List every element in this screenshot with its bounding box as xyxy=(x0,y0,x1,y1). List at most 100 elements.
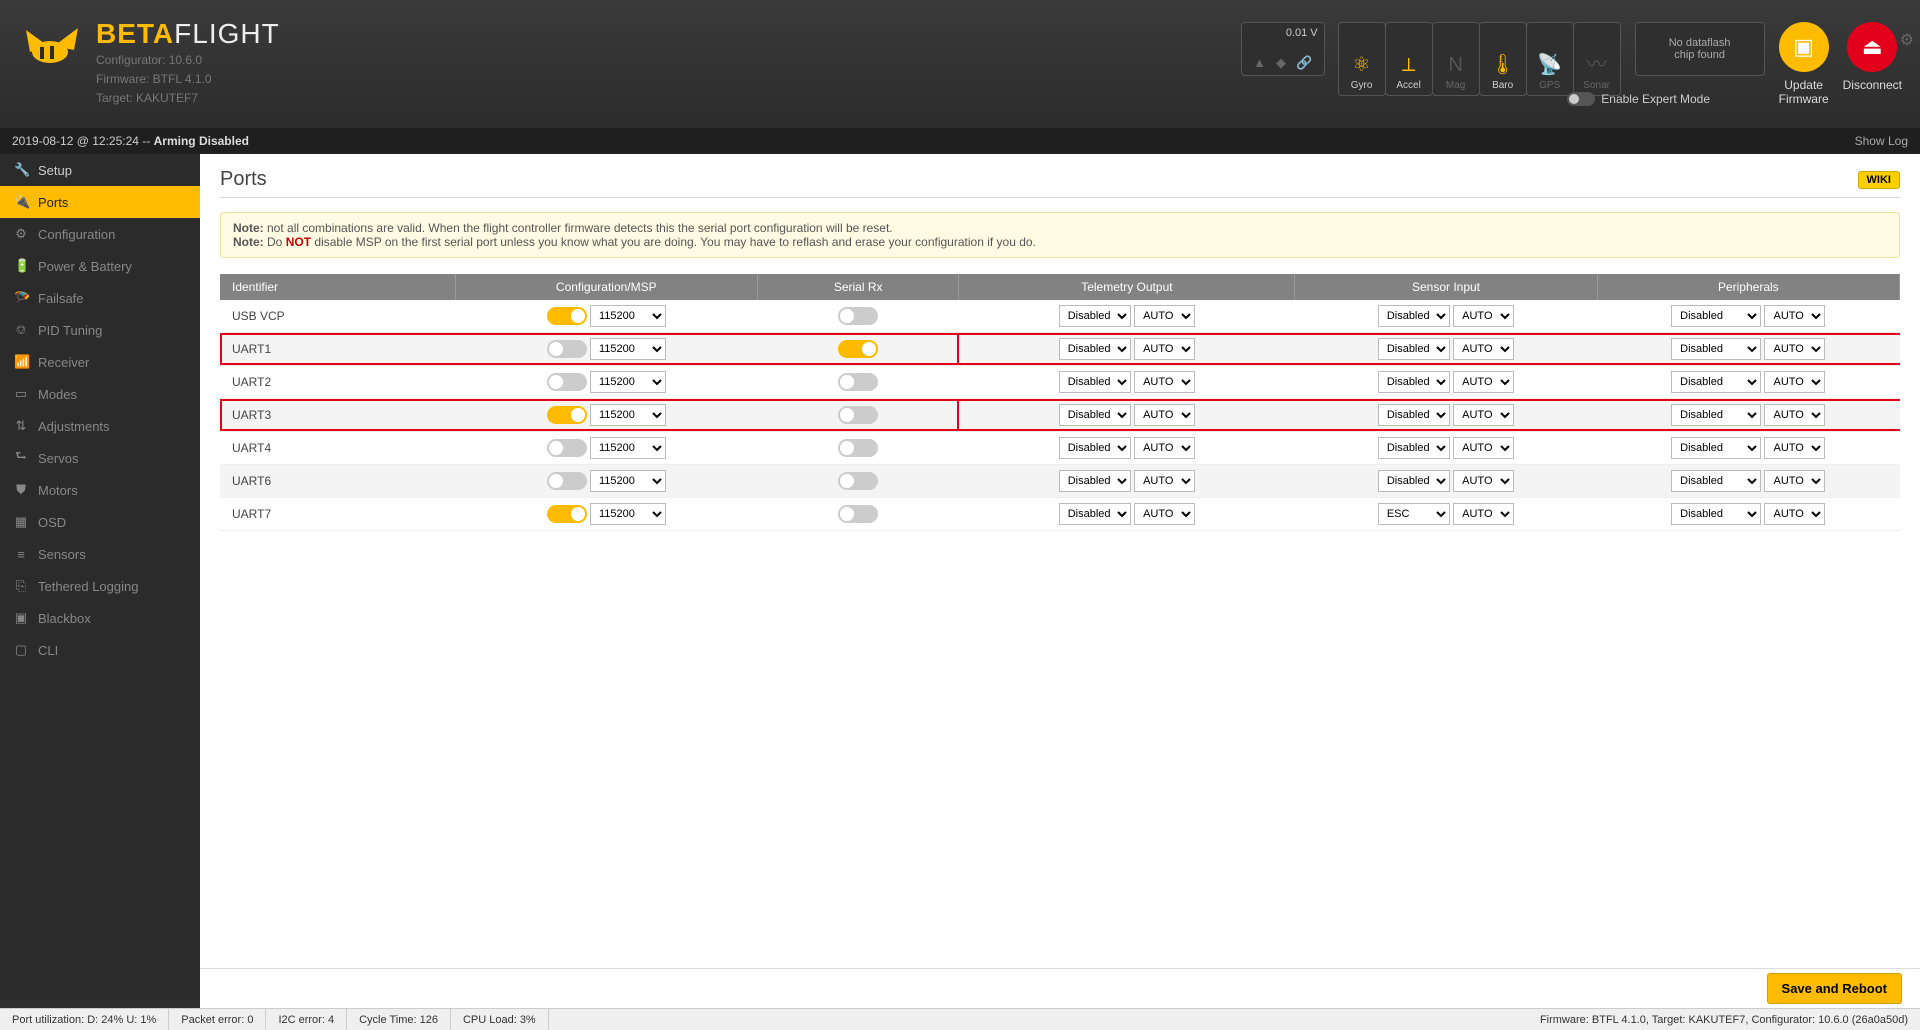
select[interactable]: Disabled xyxy=(1671,470,1761,492)
toggle[interactable] xyxy=(547,505,587,523)
logo: BETAFLIGHT Configurator: 10.6.0 Firmware… xyxy=(20,18,280,106)
select[interactable]: Disabled xyxy=(1378,470,1450,492)
sidebar-item-blackbox[interactable]: ▣Blackbox xyxy=(0,602,200,634)
sensor-label: GPS xyxy=(1539,80,1560,91)
select[interactable]: AUTO xyxy=(1453,470,1514,492)
select[interactable]: Disabled xyxy=(1378,404,1450,426)
sidebar-item-receiver[interactable]: 📶Receiver xyxy=(0,346,200,378)
select[interactable]: AUTO xyxy=(1453,503,1514,525)
select[interactable]: Disabled xyxy=(1671,404,1761,426)
toggle[interactable] xyxy=(838,505,878,523)
select[interactable]: AUTO xyxy=(1134,437,1195,459)
select[interactable]: 115200 xyxy=(590,503,666,525)
select[interactable]: Disabled xyxy=(1378,305,1450,327)
select[interactable]: AUTO xyxy=(1764,437,1825,459)
sidebar-item-osd[interactable]: ▦OSD xyxy=(0,506,200,538)
note-box: Note: not all combinations are valid. Wh… xyxy=(220,212,1900,258)
dataflash-status: No dataflash chip found xyxy=(1635,22,1765,76)
ports-table: IdentifierConfiguration/MSPSerial RxTele… xyxy=(220,274,1900,531)
select[interactable]: 115200 xyxy=(590,404,666,426)
sidebar-item-configuration[interactable]: ⚙Configuration xyxy=(0,218,200,250)
select[interactable]: 115200 xyxy=(590,305,666,327)
select[interactable]: Disabled xyxy=(1059,437,1131,459)
col-header: Configuration/MSP xyxy=(455,274,757,300)
select[interactable]: Disabled xyxy=(1059,503,1131,525)
sidebar-item-modes[interactable]: ▭Modes xyxy=(0,378,200,410)
select[interactable]: Disabled xyxy=(1378,338,1450,360)
select[interactable]: AUTO xyxy=(1764,338,1825,360)
select[interactable]: 115200 xyxy=(590,437,666,459)
select[interactable]: Disabled xyxy=(1671,437,1761,459)
toggle[interactable] xyxy=(547,406,587,424)
select[interactable]: AUTO xyxy=(1134,404,1195,426)
toggle[interactable] xyxy=(838,307,878,325)
sidebar-icon: ≡ xyxy=(14,547,28,562)
select[interactable]: AUTO xyxy=(1453,437,1514,459)
select[interactable]: AUTO xyxy=(1453,371,1514,393)
toggle[interactable] xyxy=(838,340,878,358)
select[interactable]: AUTO xyxy=(1453,305,1514,327)
expert-mode-toggle[interactable]: Enable Expert Mode xyxy=(1567,92,1710,106)
toggle[interactable] xyxy=(838,472,878,490)
disconnect-button[interactable]: ⏏ Disconnect xyxy=(1843,22,1902,92)
settings-gear-icon[interactable]: ⚙ xyxy=(1900,30,1914,50)
toggle[interactable] xyxy=(838,373,878,391)
select[interactable]: AUTO xyxy=(1764,503,1825,525)
select[interactable]: Disabled xyxy=(1059,338,1131,360)
toggle[interactable] xyxy=(547,307,587,325)
select[interactable]: AUTO xyxy=(1453,404,1514,426)
select[interactable]: Disabled xyxy=(1671,305,1761,327)
select[interactable]: Disabled xyxy=(1059,305,1131,327)
select[interactable]: AUTO xyxy=(1764,404,1825,426)
toggle[interactable] xyxy=(547,472,587,490)
select[interactable]: AUTO xyxy=(1764,305,1825,327)
select[interactable]: Disabled xyxy=(1378,437,1450,459)
wiki-button[interactable]: WIKI xyxy=(1858,171,1900,189)
sidebar-item-cli[interactable]: ▢CLI xyxy=(0,634,200,666)
select[interactable]: Disabled xyxy=(1059,371,1131,393)
sidebar-item-adjustments[interactable]: ⇅Adjustments xyxy=(0,410,200,442)
save-reboot-button[interactable]: Save and Reboot xyxy=(1767,973,1902,1004)
sidebar-item-tethered-logging[interactable]: ⎘Tethered Logging xyxy=(0,570,200,602)
select[interactable]: AUTO xyxy=(1134,305,1195,327)
select[interactable]: AUTO xyxy=(1764,371,1825,393)
warning-icon: ▲ xyxy=(1253,55,1266,71)
toggle[interactable] xyxy=(547,340,587,358)
gyro-icon: ⚛ xyxy=(1353,52,1371,77)
select[interactable]: Disabled xyxy=(1671,503,1761,525)
sidebar-item-label: Motors xyxy=(38,483,78,498)
footer-status: Port utilization: D: 24% U: 1% Packet er… xyxy=(0,1008,1920,1030)
sidebar-item-servos[interactable]: ⮑Servos xyxy=(0,442,200,474)
sidebar-item-label: Blackbox xyxy=(38,611,91,626)
select[interactable]: 115200 xyxy=(590,470,666,492)
select[interactable]: Disabled xyxy=(1671,338,1761,360)
sidebar-item-setup[interactable]: 🔧Setup xyxy=(0,154,200,186)
select[interactable]: Disabled xyxy=(1378,371,1450,393)
sidebar-item-failsafe[interactable]: 🪂Failsafe xyxy=(0,282,200,314)
sidebar-item-motors[interactable]: ⛊Motors xyxy=(0,474,200,506)
toggle[interactable] xyxy=(838,439,878,457)
toggle[interactable] xyxy=(547,439,587,457)
select[interactable]: AUTO xyxy=(1134,503,1195,525)
port-row: UART2 115200Disabled AUTODisabled AUTODi… xyxy=(220,366,1900,399)
sidebar-item-power-battery[interactable]: 🔋Power & Battery xyxy=(0,250,200,282)
sidebar-item-pid-tuning[interactable]: ⎊PID Tuning xyxy=(0,314,200,346)
select[interactable]: ESC xyxy=(1378,503,1450,525)
select[interactable]: AUTO xyxy=(1764,470,1825,492)
toggle[interactable] xyxy=(838,406,878,424)
select[interactable]: 115200 xyxy=(590,338,666,360)
update-firmware-button[interactable]: ▣ Update Firmware xyxy=(1779,22,1829,107)
select[interactable]: 115200 xyxy=(590,371,666,393)
select[interactable]: AUTO xyxy=(1134,470,1195,492)
show-log-button[interactable]: Show Log xyxy=(1855,134,1908,148)
select[interactable]: AUTO xyxy=(1134,371,1195,393)
sidebar-item-sensors[interactable]: ≡Sensors xyxy=(0,538,200,570)
select[interactable]: AUTO xyxy=(1453,338,1514,360)
toggle[interactable] xyxy=(547,373,587,391)
select[interactable]: Disabled xyxy=(1059,470,1131,492)
sensor-label: Baro xyxy=(1492,80,1513,91)
select[interactable]: Disabled xyxy=(1671,371,1761,393)
select[interactable]: AUTO xyxy=(1134,338,1195,360)
select[interactable]: Disabled xyxy=(1059,404,1131,426)
sidebar-item-ports[interactable]: 🔌Ports xyxy=(0,186,200,218)
